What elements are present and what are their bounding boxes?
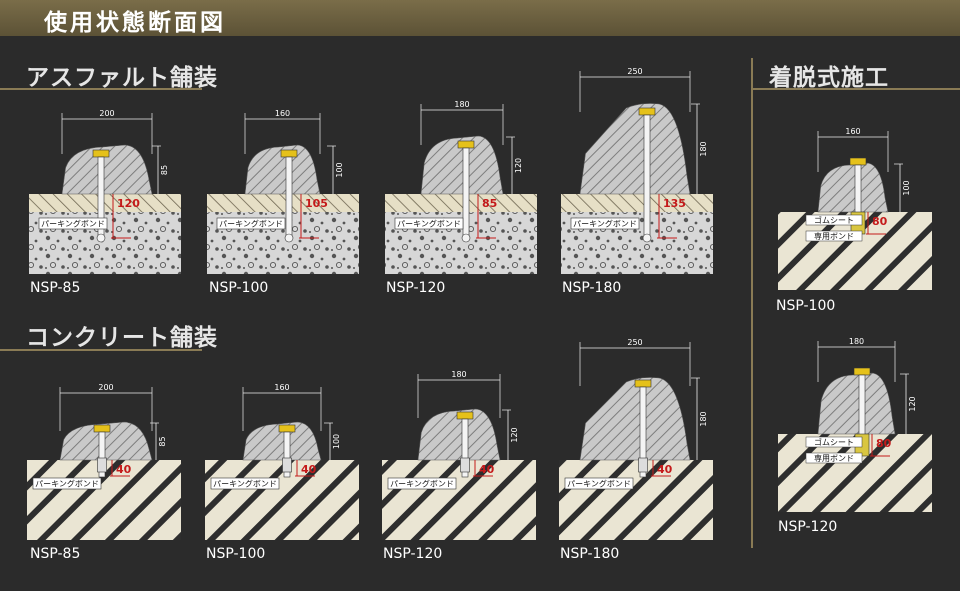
height-dimension-label: 100 bbox=[332, 434, 341, 449]
model-label: NSP-120 bbox=[778, 519, 838, 535]
height-dimension-label: 100 bbox=[335, 162, 344, 177]
height-dimension-label: 120 bbox=[510, 427, 519, 442]
cap-icon bbox=[92, 149, 110, 158]
asphalt-row: 200 85 パーキングボンド 120 160 100 パーキングボンド 105 180 120 パ… bbox=[29, 67, 713, 274]
cap-icon bbox=[853, 367, 871, 376]
model-label: NSP-120 bbox=[386, 280, 446, 296]
asphalt-layer bbox=[385, 194, 537, 212]
width-dimension-label: 180 bbox=[849, 337, 864, 346]
height-dimension-label: 180 bbox=[699, 411, 708, 426]
model-label: NSP-120 bbox=[383, 546, 443, 562]
concrete-row: 200 85 パーキングボンド 40 160 100 パーキングボンド 40 180 120 パーキ… bbox=[27, 338, 713, 540]
cap-icon bbox=[638, 107, 656, 116]
anchor-bolt bbox=[462, 147, 470, 240]
width-dimension-label: 160 bbox=[845, 127, 860, 136]
bond-label: パーキングボンド bbox=[573, 219, 637, 229]
gum-sheet-label: ゴムシート bbox=[814, 215, 854, 225]
model-label: NSP-100 bbox=[776, 298, 836, 314]
height-dimension-label: 85 bbox=[160, 165, 169, 175]
bond-label: パーキングボンド bbox=[41, 219, 105, 229]
width-dimension-label: 160 bbox=[275, 109, 290, 118]
model-label: NSP-180 bbox=[560, 546, 620, 562]
cap-icon bbox=[849, 157, 867, 166]
parking-block bbox=[817, 162, 889, 213]
anchor-tip bbox=[642, 233, 652, 243]
depth-dimension-label: 135 bbox=[663, 197, 686, 210]
depth-dimension-label: 40 bbox=[657, 463, 673, 476]
depth-dimension-label: 120 bbox=[117, 197, 140, 210]
height-dimension-label: 85 bbox=[158, 436, 167, 446]
concrete-slab bbox=[559, 460, 713, 540]
bond-label: パーキングボンド bbox=[213, 479, 277, 489]
cap-icon bbox=[280, 149, 298, 158]
parking-block bbox=[579, 103, 691, 195]
model-label: NSP-180 bbox=[562, 280, 622, 296]
bond-label: パーキングボンド bbox=[397, 219, 461, 229]
model-label: NSP-85 bbox=[30, 546, 81, 562]
bond-label: パーキングボンド bbox=[35, 479, 99, 489]
width-dimension-label: 250 bbox=[627, 67, 642, 76]
depth-dimension-label: 80 bbox=[876, 437, 892, 450]
model-label: NSP-100 bbox=[206, 546, 266, 562]
special-bond-label: 専用ボンド bbox=[814, 453, 854, 463]
cap-icon bbox=[634, 379, 652, 388]
height-dimension-label: 120 bbox=[908, 396, 917, 411]
asphalt-layer bbox=[207, 194, 359, 212]
bond-label: パーキングボンド bbox=[390, 479, 454, 489]
height-dimension-label: 180 bbox=[699, 141, 708, 156]
cap-icon bbox=[278, 424, 296, 433]
model-label: NSP-100 bbox=[209, 280, 269, 296]
depth-dimension-label: 40 bbox=[116, 463, 132, 476]
special-bond-label: 専用ボンド bbox=[814, 231, 854, 241]
anchor-bolt bbox=[285, 156, 293, 240]
width-dimension-label: 180 bbox=[451, 370, 466, 379]
asphalt-layer bbox=[29, 194, 181, 212]
asphalt-layer bbox=[561, 194, 713, 212]
gum-sheet-label: ゴムシート bbox=[814, 437, 854, 447]
width-dimension-label: 250 bbox=[627, 338, 642, 347]
height-dimension-label: 120 bbox=[514, 158, 523, 173]
model-label: NSP-85 bbox=[30, 280, 81, 296]
detachable-row: 160100ゴムシート専用ボンド80180120ゴムシート専用ボンド80 bbox=[778, 127, 932, 512]
depth-dimension-label: 40 bbox=[301, 463, 317, 476]
depth-dimension-label: 85 bbox=[482, 197, 497, 210]
width-dimension-label: 160 bbox=[274, 383, 289, 392]
anchor-tip bbox=[461, 233, 471, 243]
bond-label: パーキングボンド bbox=[219, 219, 283, 229]
parking-block bbox=[579, 377, 691, 461]
cap-icon bbox=[456, 411, 474, 420]
anchor-sleeve bbox=[638, 457, 648, 473]
depth-dimension-label: 80 bbox=[872, 215, 888, 228]
cap-icon bbox=[93, 424, 111, 433]
cap-icon bbox=[457, 140, 475, 149]
parking-block bbox=[817, 372, 896, 435]
anchor-bolt bbox=[643, 114, 651, 240]
depth-dimension-label: 40 bbox=[479, 463, 495, 476]
cross-section-diagrams: 200 85 パーキングボンド 120 160 100 パーキングボンド 105 180 120 パ… bbox=[27, 67, 932, 540]
concrete-slab bbox=[382, 460, 536, 540]
anchor-sleeve bbox=[460, 457, 470, 473]
depth-dimension-label: 105 bbox=[305, 197, 328, 210]
width-dimension-label: 200 bbox=[99, 109, 114, 118]
anchor-tip bbox=[96, 233, 106, 243]
height-dimension-label: 100 bbox=[902, 180, 911, 195]
anchor-sleeve bbox=[97, 457, 107, 473]
width-dimension-label: 200 bbox=[98, 383, 113, 392]
concrete-slab bbox=[205, 460, 359, 540]
bond-label: パーキングボンド bbox=[567, 479, 631, 489]
anchor-tip bbox=[284, 233, 294, 243]
width-dimension-label: 180 bbox=[454, 100, 469, 109]
anchor-sleeve bbox=[282, 457, 292, 473]
